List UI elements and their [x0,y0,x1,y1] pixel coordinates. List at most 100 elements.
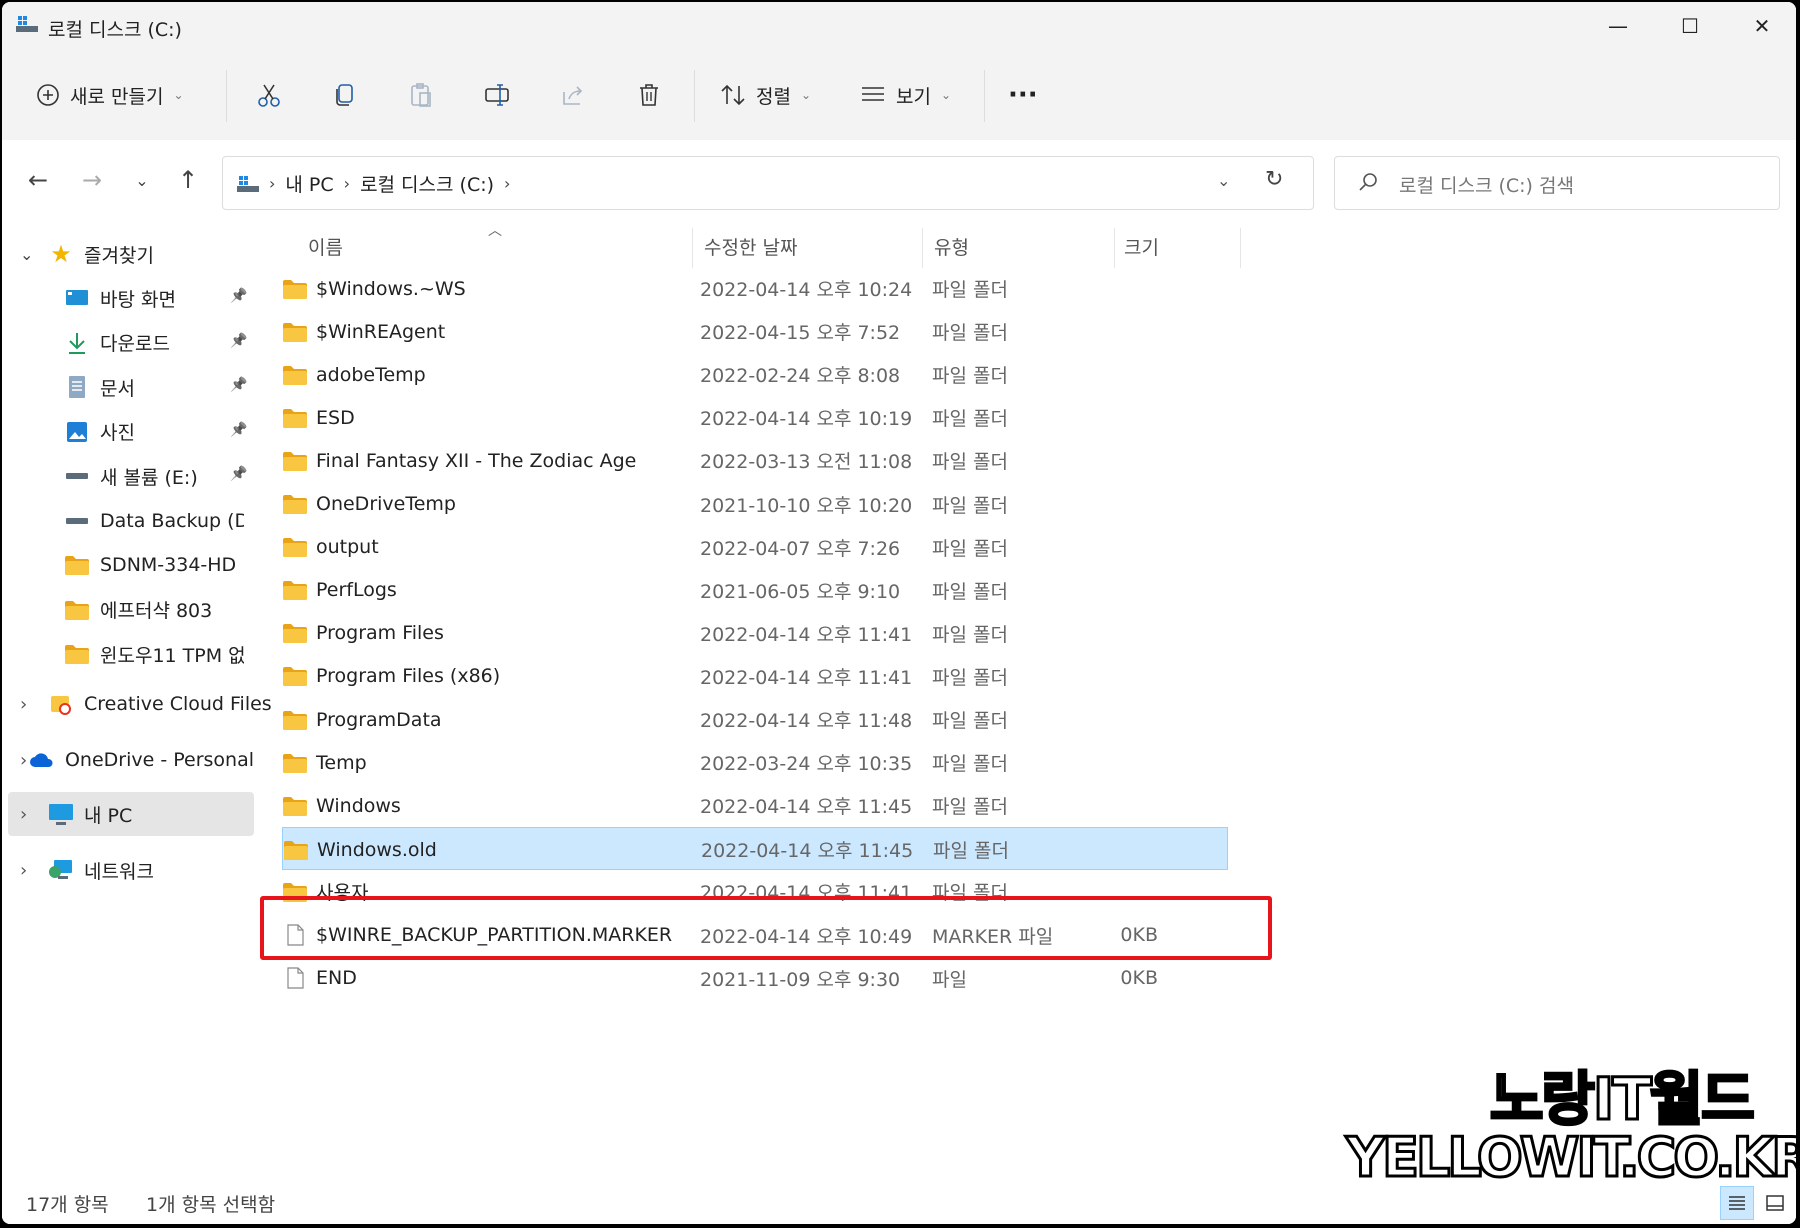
sidebar-item-quick-access[interactable]: 바탕 화면 [64,276,244,320]
window-title: 로컬 디스크 (C:) [48,19,182,41]
paste-button[interactable] [408,50,434,140]
file-type: 파일 폴더 [932,623,1008,646]
breadcrumb-this-pc[interactable]: 내 PC [285,170,333,197]
sidebar-item-quick-access[interactable]: SDNM-334-HD [64,543,244,587]
breadcrumb: › 내 PC › 로컬 디스크 (C:) › [237,157,510,209]
file-row[interactable]: ProgramData 2022-04-14 오후 11:48 파일 폴더 [282,698,1228,741]
column-divider[interactable] [692,228,693,268]
recent-locations-button[interactable]: ⌄ [122,160,162,200]
close-button[interactable]: ✕ [1726,2,1796,50]
pin-icon[interactable]: 📌 [230,466,247,482]
sidebar-quick-access[interactable]: ⌄ ★ 즐겨찾기 [20,232,154,276]
file-row[interactable]: END 2021-11-09 오후 9:30 파일 0KB [282,957,1228,1000]
chevron-right-icon[interactable]: › [344,174,350,193]
back-button[interactable]: ← [18,160,58,200]
delete-button[interactable] [636,50,662,140]
file-name: OneDriveTemp [316,493,456,515]
new-button[interactable]: 새로 만들기 ⌄ [36,50,184,140]
file-name: Windows [316,794,401,817]
search-box[interactable]: 로컬 디스크 (C:) 검색 [1334,156,1780,210]
details-view-button[interactable] [1720,1186,1754,1220]
file-size [1058,396,1158,439]
tiles-view-button[interactable] [1758,1186,1792,1220]
file-name: Final Fantasy XII - The Zodiac Age [316,449,637,472]
sidebar-item-quick-access[interactable]: 윈도우11 TPM 없이 [64,632,244,676]
sidebar-item-onedrive[interactable]: › OneDrive - Personal [20,738,254,782]
file-name: $WinREAgent [316,320,446,343]
column-header-date[interactable]: 수정한 날짜 [704,220,797,272]
file-row[interactable]: output 2022-04-07 오후 7:26 파일 폴더 [282,526,1228,569]
sort-label: 정렬 [756,85,791,108]
file-date: 2022-02-24 오후 8:08 [700,365,901,388]
file-row[interactable]: Final Fantasy XII - The Zodiac Age 2022-0… [282,439,1228,482]
sidebar-item-quick-access[interactable]: 문서 [64,365,244,409]
sidebar-item-network[interactable]: › 네트워크 [20,848,154,892]
sidebar-item-label: 즐겨찾기 [84,244,154,267]
pin-icon[interactable]: 📌 [230,377,247,393]
sidebar-item-quick-access[interactable]: Data Backup (D:) [64,499,244,543]
file-row[interactable]: OneDriveTemp 2021-10-10 오후 10:20 파일 폴더 [282,483,1228,526]
maximize-button[interactable]: ☐ [1654,2,1726,50]
minimize-button[interactable]: — [1582,2,1654,50]
file-row[interactable]: $Windows.~WS 2022-04-14 오후 10:24 파일 폴더 [282,267,1228,310]
file-row[interactable]: Program Files (x86) 2022-04-14 오후 11:41 파일… [282,655,1228,698]
cut-button[interactable] [256,50,282,140]
address-history-button[interactable]: ⌄ [1217,171,1230,190]
sort-button[interactable]: 정렬 ⌄ [720,50,811,140]
file-row[interactable]: Program Files 2022-04-14 오후 11:41 파일 폴더 [282,612,1228,655]
folder-icon [282,665,308,687]
column-divider[interactable] [922,228,923,268]
column-header-size[interactable]: 크기 [1124,220,1159,272]
sidebar-item-label: 사진 [100,422,135,444]
file-row[interactable]: $WinREAgent 2022-04-15 오후 7:52 파일 폴더 [282,310,1228,353]
pin-icon[interactable]: 📌 [230,333,247,349]
drive-icon [64,464,90,488]
file-row[interactable]: PerfLogs 2021-06-05 오후 9:10 파일 폴더 [282,569,1228,612]
column-header-name[interactable]: 이름 [308,220,343,272]
file-row[interactable]: Windows 2022-04-14 오후 11:45 파일 폴더 [282,784,1228,827]
file-name-cell: END [282,957,357,1000]
sidebar-item-quick-access[interactable]: 새 볼륨 (E:) [64,454,244,498]
column-divider[interactable] [1114,228,1115,268]
sidebar-item-this-pc[interactable]: › 내 PC [20,792,132,836]
file-date: 2022-03-13 오전 11:08 [700,451,913,474]
refresh-button[interactable]: ↻ [1265,167,1283,192]
pin-icon[interactable]: 📌 [230,288,247,304]
file-name: $Windows.~WS [316,277,466,300]
folder-icon [282,364,308,386]
command-bar: 새로 만들기 ⌄ 정렬 ⌄ 보기 ⌄ ··· [2,50,1796,141]
plus-circle-icon [37,84,59,106]
file-type: 파일 폴더 [932,451,1008,474]
sort-icon [721,84,745,106]
column-header-type[interactable]: 유형 [934,220,969,272]
address-bar[interactable]: › 내 PC › 로컬 디스크 (C:) › ⌄ ↻ [222,156,1314,210]
divider [694,70,695,122]
share-button[interactable] [560,50,586,140]
file-name: ProgramData [316,708,442,731]
drive-icon [64,509,90,533]
breadcrumb-local-disk[interactable]: 로컬 디스크 (C:) [360,170,494,197]
more-options-button[interactable]: ··· [1008,50,1038,140]
sidebar-item-label: 네트워크 [84,860,154,883]
rename-button[interactable] [484,50,512,140]
file-size [1058,569,1158,612]
sidebar-item-creative-cloud[interactable]: › Creative Cloud Files [20,682,272,726]
view-list-icon [862,87,884,101]
sidebar-item-quick-access[interactable]: 사진 [64,410,244,454]
forward-button[interactable]: → [72,160,112,200]
file-type: 파일 폴더 [933,840,1009,863]
column-divider[interactable] [1240,228,1241,268]
file-type: 파일 [932,968,967,991]
view-button[interactable]: 보기 ⌄ [860,50,951,140]
file-row[interactable]: adobeTemp 2022-02-24 오후 8:08 파일 폴더 [282,353,1228,396]
chevron-right-icon[interactable]: › [269,174,275,193]
pin-icon[interactable]: 📌 [230,422,247,438]
chevron-right-icon[interactable]: › [504,174,510,193]
up-button[interactable]: ↑ [168,160,208,200]
file-row[interactable]: ESD 2022-04-14 오후 10:19 파일 폴더 [282,396,1228,439]
sidebar-item-quick-access[interactable]: 에프터샥 803 [64,588,244,632]
copy-button[interactable] [332,50,358,140]
file-row[interactable]: Temp 2022-03-24 오후 10:35 파일 폴더 [282,741,1228,784]
sidebar-item-quick-access[interactable]: 다운로드 [64,321,244,365]
file-row[interactable]: Windows.old 2022-04-14 오후 11:45 파일 폴더 [282,827,1228,871]
